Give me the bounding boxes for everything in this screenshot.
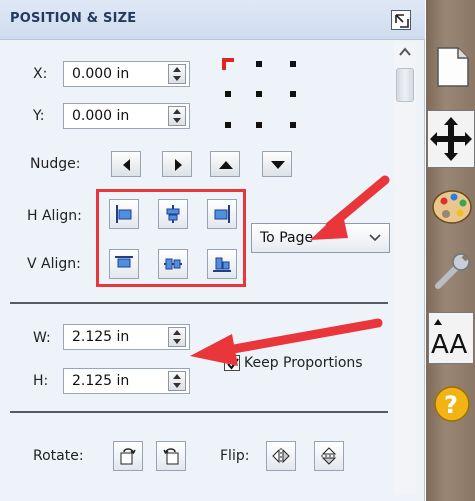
flip-horizontal-button[interactable] [266,441,296,471]
text-size-icon: AA [431,319,468,360]
ref-point-top-right[interactable] [290,61,296,67]
y-value: 0.000 in [72,108,130,124]
ref-point-top-center[interactable] [256,61,262,67]
align-bottom-button[interactable] [207,249,237,279]
align-top-button[interactable] [109,249,139,279]
chevron-down-icon [369,234,381,242]
width-field[interactable]: 2.125 in [63,324,190,350]
checkmark-icon [227,358,239,370]
nudge-up-button[interactable] [210,151,240,177]
v-align-label: V Align: [27,256,81,272]
flip-label: Flip: [220,448,250,464]
height-value: 2.125 in [72,373,130,389]
rotate-clockwise-button[interactable] [113,441,143,471]
panel-title: POSITION & SIZE [10,11,137,26]
page-button[interactable] [430,40,474,92]
text-size-button[interactable]: AA [428,312,474,364]
svg-text:AA: AA [431,330,468,360]
ref-point-bottom-right[interactable] [290,122,296,128]
page-icon [437,47,469,87]
align-center-horizontal-button[interactable] [158,199,188,229]
flip-vertical-button[interactable] [314,441,344,471]
tools-button[interactable] [430,244,474,296]
align-relative-value: To Page [260,230,314,246]
ref-point-top-left[interactable] [222,58,234,70]
color-button[interactable] [430,180,474,232]
rotate-clockwise-icon [120,448,136,465]
keep-proportions-checkbox[interactable] [224,355,240,371]
rotate-counterclockwise-button[interactable] [156,441,186,471]
reference-point-grid[interactable] [222,58,300,132]
align-left-icon [116,205,132,223]
scroll-up-icon[interactable] [398,46,412,58]
nudge-left-button[interactable] [111,151,141,177]
x-field[interactable]: 0.000 in [63,61,190,87]
x-stepper[interactable] [168,64,186,84]
w-label: W: [33,330,51,346]
ref-point-center[interactable] [256,91,262,97]
divider-1 [10,302,388,304]
right-toolbar: AA ? [426,0,475,501]
position-size-tab[interactable] [427,110,475,168]
y-stepper[interactable] [168,106,186,126]
keep-proportions-label[interactable]: Keep Proportions [244,355,363,371]
align-middle-vertical-button[interactable] [158,249,188,279]
arrow-down-icon [271,161,285,169]
h-label: H: [33,373,49,389]
collapse-icon [395,14,409,28]
nudge-down-button[interactable] [262,151,292,177]
ref-point-middle-left[interactable] [225,91,231,97]
align-right-icon [214,205,230,223]
align-right-button[interactable] [207,199,237,229]
arrow-left-icon [123,159,130,171]
help-button[interactable]: ? [430,378,474,430]
collapse-button[interactable] [391,10,411,30]
height-stepper[interactable] [168,371,186,391]
height-field[interactable]: 2.125 in [63,368,190,394]
nudge-right-button[interactable] [162,151,192,177]
ref-point-bottom-center[interactable] [256,122,262,128]
svg-text:?: ? [444,391,458,419]
move-icon [430,117,472,161]
arrow-up-icon [219,161,233,169]
align-top-icon [115,256,133,268]
wrench-icon [435,253,470,289]
ref-point-middle-right[interactable] [290,91,296,97]
align-left-button[interactable] [109,199,139,229]
rotate-counterclockwise-icon [163,448,179,465]
align-middle-vertical-icon [164,258,182,270]
align-center-horizontal-icon [166,205,180,223]
scroll-thumb[interactable] [396,68,414,102]
palette-icon [432,190,472,224]
y-label: Y: [33,108,45,124]
x-label: X: [33,66,48,82]
panel-header: POSITION & SIZE [0,0,425,40]
x-value: 0.000 in [72,66,130,82]
ref-point-bottom-left[interactable] [225,122,231,128]
help-icon: ? [434,386,470,422]
h-align-label: H Align: [27,208,82,224]
rotate-label: Rotate: [33,448,84,464]
arrow-right-icon [175,159,182,171]
align-bottom-icon [213,257,231,272]
y-field[interactable]: 0.000 in [63,103,190,129]
position-size-panel: POSITION & SIZE X: 0.000 in Y: 0.000 in [0,0,425,501]
align-relative-select[interactable]: To Page [251,223,390,253]
nudge-label: Nudge: [30,156,81,172]
width-value: 2.125 in [72,329,130,345]
vertical-scrollbar[interactable] [394,42,416,494]
width-stepper[interactable] [168,327,186,347]
flip-vertical-icon [321,447,337,465]
flip-horizontal-icon [272,448,290,464]
divider-2 [10,411,388,413]
